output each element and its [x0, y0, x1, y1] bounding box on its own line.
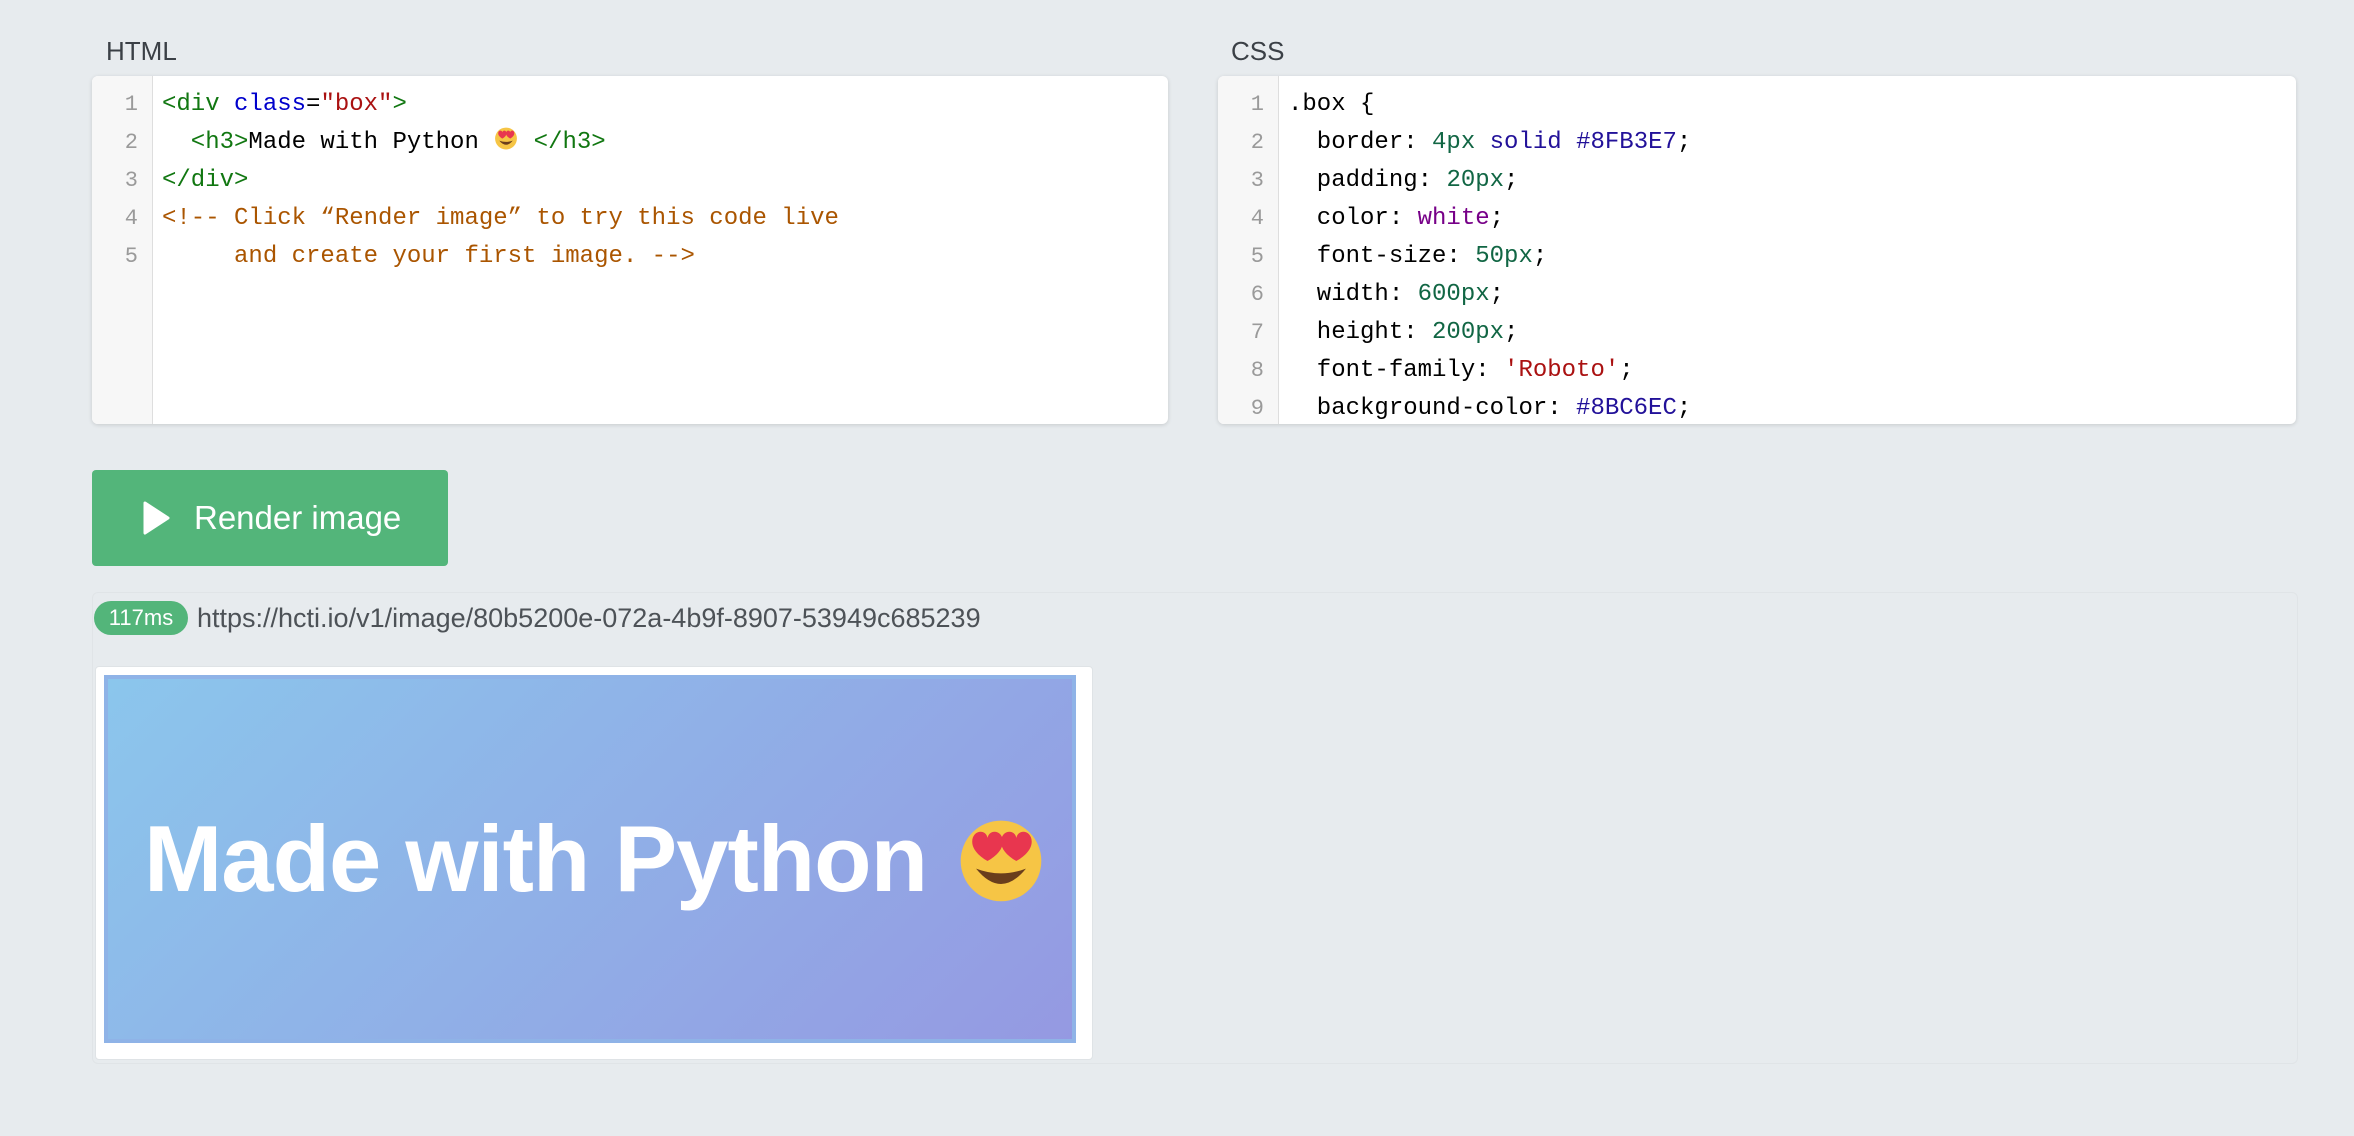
code-text: and create your first image. --> [162, 238, 695, 276]
line-number: 3 [1250, 168, 1264, 193]
html-code-line[interactable]: 3 </div> [92, 162, 1168, 200]
html-code-line[interactable]: 5 and create your first image. --> [92, 238, 1168, 276]
heart-eyes-emoji-icon [495, 127, 518, 150]
code-token: #8FB3E7 [1576, 129, 1677, 156]
css-code-line[interactable]: 1 .box { [1218, 86, 2296, 124]
code-token: 50px [1475, 243, 1533, 270]
line-number: 5 [1250, 244, 1264, 269]
line-number: 5 [124, 244, 138, 269]
code-token: <div [162, 91, 235, 118]
code-text: <h3>Made with Python </h3> [162, 124, 606, 162]
render-image-button[interactable]: Render image [92, 470, 448, 566]
code-text: </div> [162, 162, 248, 200]
code-text: height: 200px; [1288, 314, 1519, 352]
code-token: #8BC6EC [1576, 395, 1677, 422]
code-token: <!-- Click “Render image” to try this co… [162, 205, 839, 232]
html-code-lines[interactable]: 1 <div class="box"> 2 <h3>Made with Python… [92, 86, 1168, 276]
css-code-line[interactable]: 9 background-color: #8BC6EC; [1218, 390, 2296, 424]
line-number: 3 [124, 168, 138, 193]
line-number: 2 [124, 130, 138, 155]
code-token: ; [1676, 129, 1692, 156]
code-text: <!-- Click “Render image” to try this co… [162, 200, 839, 238]
html-panel-label: HTML [106, 36, 177, 66]
play-icon [143, 501, 170, 535]
code-token: solid [1489, 129, 1562, 156]
css-code-line[interactable]: 2 border: 4px solid #8FB3E7; [1218, 124, 2296, 162]
code-token: height: [1288, 319, 1433, 346]
code-token: ; [1619, 357, 1634, 384]
line-number: 1 [1250, 92, 1264, 117]
code-token: ; [1489, 281, 1505, 308]
line-number: 8 [1250, 358, 1264, 383]
html-code-line[interactable]: 1 <div class="box"> [92, 86, 1168, 124]
line-number: 7 [1250, 320, 1264, 345]
line-number: 4 [1250, 206, 1264, 231]
html-code-line[interactable]: 4 <!-- Click “Render image” to try this c… [92, 200, 1168, 238]
code-token: ; [1676, 395, 1692, 422]
code-token: "box" [320, 91, 393, 118]
html-code-editor[interactable]: 1 <div class="box"> 2 <h3>Made with Python… [92, 76, 1168, 424]
code-token: font-family: [1288, 357, 1505, 384]
code-token: </h3> [519, 129, 606, 156]
line-number: 2 [1250, 130, 1264, 155]
css-code-line[interactable]: 5 font-size: 50px; [1218, 238, 2296, 276]
code-token: ; [1489, 205, 1505, 232]
code-token: > [392, 91, 407, 118]
css-code-line[interactable]: 3 padding: 20px; [1218, 162, 2296, 200]
code-token: ; [1504, 319, 1519, 346]
code-token: class [234, 91, 307, 118]
css-code-line[interactable]: 6 width: 600px; [1218, 276, 2296, 314]
render-time-badge: 117ms [94, 601, 188, 635]
code-token: Made with Python [248, 129, 494, 156]
code-token: and create your first image. --> [162, 243, 695, 270]
line-number: 9 [1250, 396, 1264, 421]
line-number: 1 [124, 92, 138, 117]
code-token: = [306, 91, 321, 118]
code-text: border: 4px solid #8FB3E7; [1288, 124, 1692, 162]
preview-heading: Made with Python [144, 806, 928, 911]
code-text: padding: 20px; [1288, 162, 1519, 200]
code-token: width: [1288, 281, 1418, 308]
code-token: 20px [1446, 167, 1505, 194]
html-code-line[interactable]: 2 <h3>Made with Python </h3> [92, 124, 1168, 162]
code-token: <h3> [162, 129, 249, 156]
code-token: 4px [1432, 129, 1476, 156]
code-text: width: 600px; [1288, 276, 1504, 314]
code-token: white [1417, 205, 1490, 232]
code-token: 200px [1432, 319, 1505, 346]
code-token: ; [1504, 167, 1519, 194]
code-token: font-size: [1288, 243, 1476, 270]
css-code-line[interactable]: 7 height: 200px; [1218, 314, 2296, 352]
code-token: padding: [1288, 167, 1447, 194]
code-token: 600px [1417, 281, 1490, 308]
heart-eyes-emoji-icon [960, 820, 1042, 902]
code-text: <div class="box"> [162, 86, 407, 124]
css-panel-label: CSS [1231, 36, 1285, 66]
css-code-lines[interactable]: 1 .box {2 border: 4px solid #8FB3E7; 3 pad… [1218, 86, 2296, 424]
code-token: </div> [162, 167, 249, 194]
rendered-image-preview[interactable]: Made with Python [95, 666, 1093, 1060]
code-text: background-color: #8BC6EC; [1288, 390, 1691, 424]
code-text: color: white; [1288, 200, 1504, 238]
code-token: color: [1288, 205, 1418, 232]
code-token: background-color: [1288, 395, 1577, 422]
css-code-editor[interactable]: 1 .box {2 border: 4px solid #8FB3E7; 3 pad… [1218, 76, 2296, 424]
line-number: 6 [1250, 282, 1264, 307]
image-url-link[interactable]: https://hcti.io/v1/image/80b5200e-072a-4… [197, 600, 981, 636]
code-token: .box { [1288, 91, 1375, 118]
code-text: .box { [1288, 86, 1374, 124]
code-text: font-size: 50px; [1288, 238, 1547, 276]
code-token: ; [1532, 243, 1548, 270]
line-number: 4 [124, 206, 138, 231]
code-token: 'Roboto' [1504, 357, 1620, 384]
render-image-label: Render image [194, 499, 402, 536]
preview-box: Made with Python [104, 675, 1076, 1043]
css-code-line[interactable]: 8 font-family: 'Roboto'; [1218, 352, 2296, 390]
code-text: font-family: 'Roboto'; [1288, 352, 1634, 390]
css-code-line[interactable]: 4 color: white; [1218, 200, 2296, 238]
code-token: border: [1288, 129, 1433, 156]
